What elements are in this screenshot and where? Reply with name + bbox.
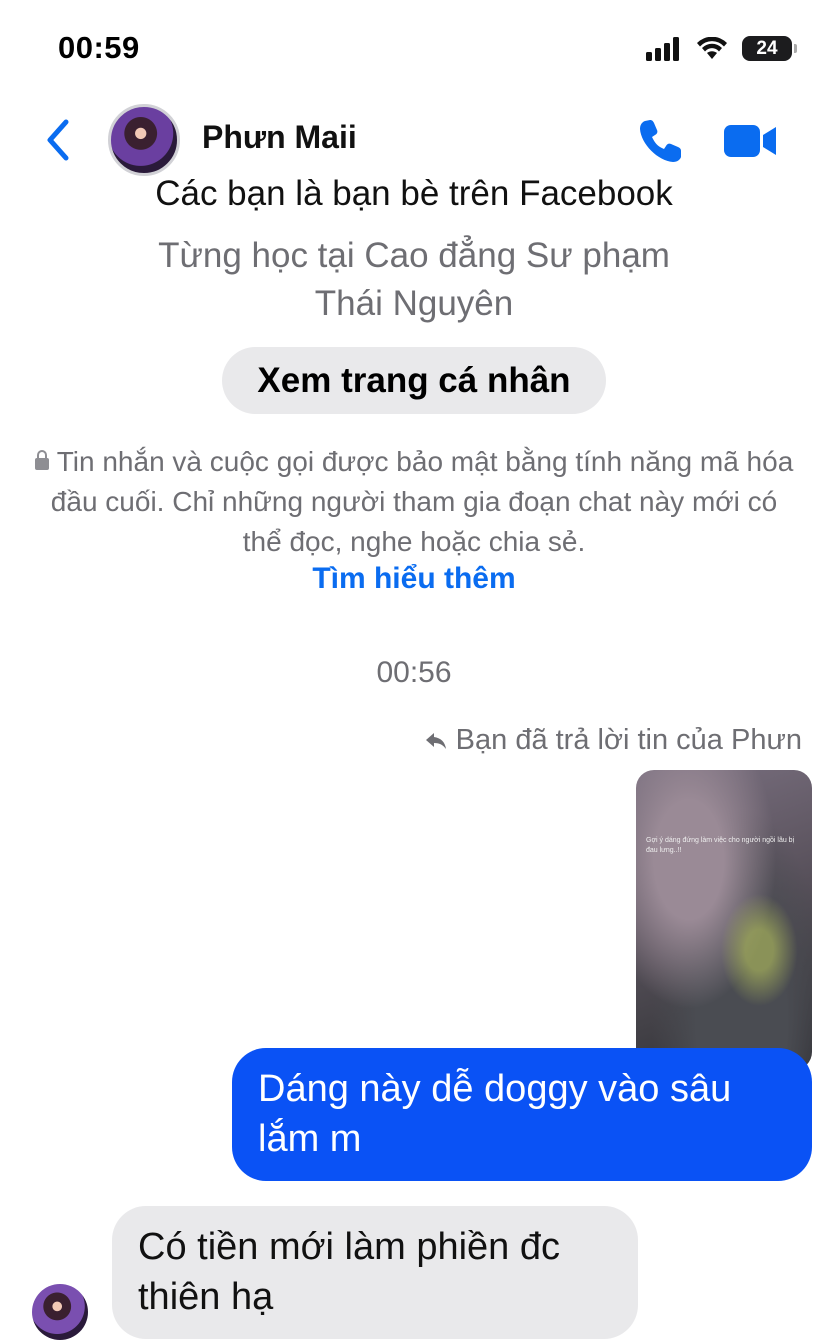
back-button[interactable] bbox=[42, 118, 76, 162]
replied-video-thumbnail[interactable]: Gợi ý dáng đứng làm việc cho người ngồi … bbox=[636, 770, 812, 1070]
sender-avatar[interactable] bbox=[32, 1284, 88, 1340]
outgoing-message-bubble[interactable]: Dáng này dễ doggy vào sâu lắm m bbox=[232, 1048, 812, 1181]
battery-level: 24 bbox=[756, 37, 778, 59]
incoming-message-bubble[interactable]: Có tiền mới làm phiền đc thiên hạ bbox=[112, 1206, 638, 1339]
wifi-icon bbox=[697, 36, 727, 59]
video-call-icon[interactable] bbox=[722, 121, 778, 161]
contact-avatar[interactable] bbox=[108, 104, 180, 176]
contact-name[interactable]: Phưn Maii bbox=[202, 119, 357, 156]
reply-arrow-icon bbox=[425, 732, 446, 749]
battery-icon: 24 bbox=[742, 36, 797, 61]
phone-call-icon[interactable] bbox=[636, 116, 686, 166]
view-profile-button[interactable]: Xem trang cá nhân bbox=[222, 347, 606, 414]
lock-icon bbox=[34, 450, 49, 470]
encryption-notice-text: Tin nhắn và cuộc gọi được bảo mật bằng t… bbox=[50, 446, 794, 557]
reply-indicator-text: Bạn đã trả lời tin của Phưn bbox=[455, 724, 802, 756]
status-time: 00:59 bbox=[58, 30, 140, 65]
video-caption: Gợi ý dáng đứng làm việc cho người ngồi … bbox=[646, 837, 795, 854]
encryption-notice: Tin nhắn và cuộc gọi được bảo mật bằng t… bbox=[30, 442, 798, 562]
education-info: Từng học tại Cao đẳng Sư phạm Thái Nguyê… bbox=[0, 232, 828, 328]
friends-status-text: Các bạn là bạn bè trên Facebook bbox=[155, 174, 673, 213]
status-icons: 24 bbox=[646, 36, 797, 61]
education-line-1: Từng học tại Cao đẳng Sư phạm bbox=[158, 236, 670, 275]
cellular-signal-icon bbox=[646, 36, 679, 61]
education-line-2: Thái Nguyên bbox=[314, 284, 514, 323]
chevron-left-icon bbox=[47, 119, 69, 161]
learn-more-link[interactable]: Tìm hiểu thêm bbox=[0, 562, 828, 596]
message-timestamp: 00:56 bbox=[376, 656, 452, 689]
reply-indicator: Bạn đã trả lời tin của Phưn bbox=[424, 724, 802, 757]
